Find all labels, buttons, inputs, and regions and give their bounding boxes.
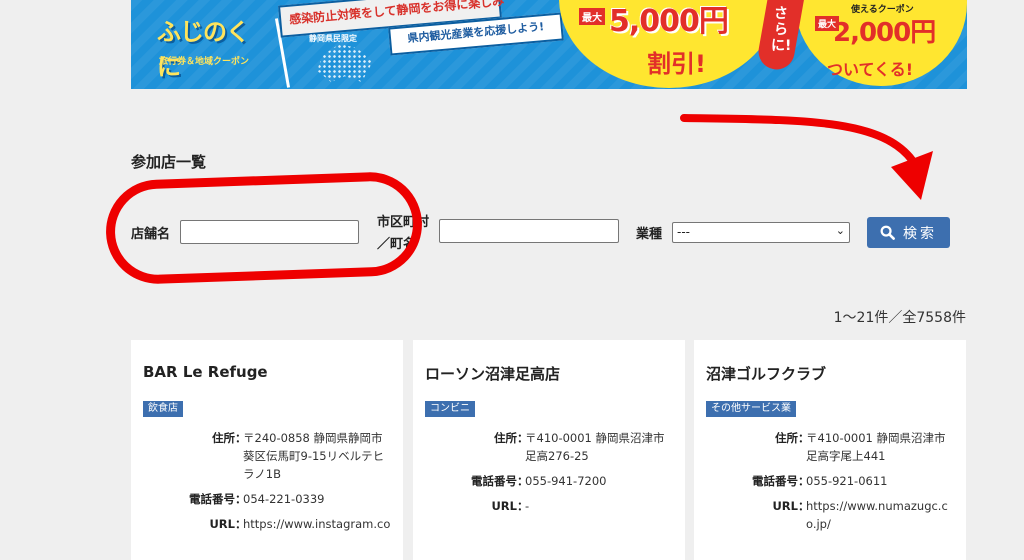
highlight-oval [104,170,424,286]
city-input[interactable] [439,219,619,243]
logo-subtitle: 旅行券＆地域クーポン [159,57,250,67]
url-label: URL [772,499,798,513]
result-count: 1〜21件／全7558件 [833,310,966,326]
category-badge: コンビニ [425,401,475,417]
business-type-select[interactable]: --- ⌄ [672,222,850,243]
category-badge: 飲食店 [143,401,183,417]
shop-card[interactable]: ローソン沼津足高店 コンビニ 住所 ： 〒410-0001 静岡県沼津市足高27… [413,340,685,560]
campaign-banner[interactable]: ふじのくに 旅行券＆地域クーポン 感染防止対策をして静岡をお得に楽しみ 静岡県民… [131,0,967,89]
page-title: 参加店一覧 [131,153,207,171]
phone-value: 054-221-0339 [243,492,325,506]
url-label: URL [209,517,235,531]
address-value: 〒410-0001 静岡県沼津市足高276-25 [525,431,665,463]
coupon-word: ついてくる! [827,60,914,79]
address-value: 〒410-0001 静岡県沼津市足高字尾上441 [806,431,946,463]
url-link[interactable]: https://www.instagram.co [243,515,391,533]
phone-label: 電話番号 [752,474,798,488]
search-button[interactable]: 検索 [867,217,950,248]
shop-card[interactable]: 沼津ゴルフクラブ その他サービス業 住所 ： 〒410-0001 静岡県沼津市足… [694,340,966,560]
url-label: URL [491,499,517,513]
address-value: 〒240-0858 静岡県静岡市葵区伝馬町9-15リベルテヒラノ1B [243,431,385,481]
shop-card[interactable]: BAR Le Refuge 飲食店 住所 ： 〒240-0858 静岡県静岡市葵… [131,340,403,560]
category-badge: その他サービス業 [706,401,796,417]
shop-name: ローソン沼津足高店 [425,365,561,383]
shop-name: 沼津ゴルフクラブ [706,365,827,383]
coupon-amount: 2,000円 [833,18,936,48]
campaign-logo: ふじのくに 旅行券＆地域クーポン [153,2,263,81]
max-label-1: 最大 [579,8,605,25]
discount-word: 割引! [647,50,706,78]
shop-name: BAR Le Refuge [143,363,268,381]
shizuoka-map-icon [317,44,373,82]
prefecture-label: 静岡県民限定 [309,34,357,43]
phone-label: 電話番号 [471,474,517,488]
address-label: 住所 [212,431,235,445]
logo-text: ふじのくに [157,18,250,81]
business-type-selected: --- [677,225,690,239]
search-button-label: 検索 [903,225,937,242]
url-value: - [525,499,530,513]
url-link[interactable]: https://www.numazugc.co.jp/ [806,497,954,533]
business-type-label: 業種 [636,227,663,242]
discount-amount: 5,000円 [609,4,729,39]
phone-label: 電話番号 [189,492,235,506]
search-icon [880,225,895,240]
phone-value: 055-921-0611 [806,474,888,488]
address-label: 住所 [775,431,798,445]
phone-value: 055-941-7200 [525,474,607,488]
chevron-down-icon: ⌄ [835,224,845,237]
address-label: 住所 [494,431,517,445]
sarani-text: さらに! [771,6,792,54]
